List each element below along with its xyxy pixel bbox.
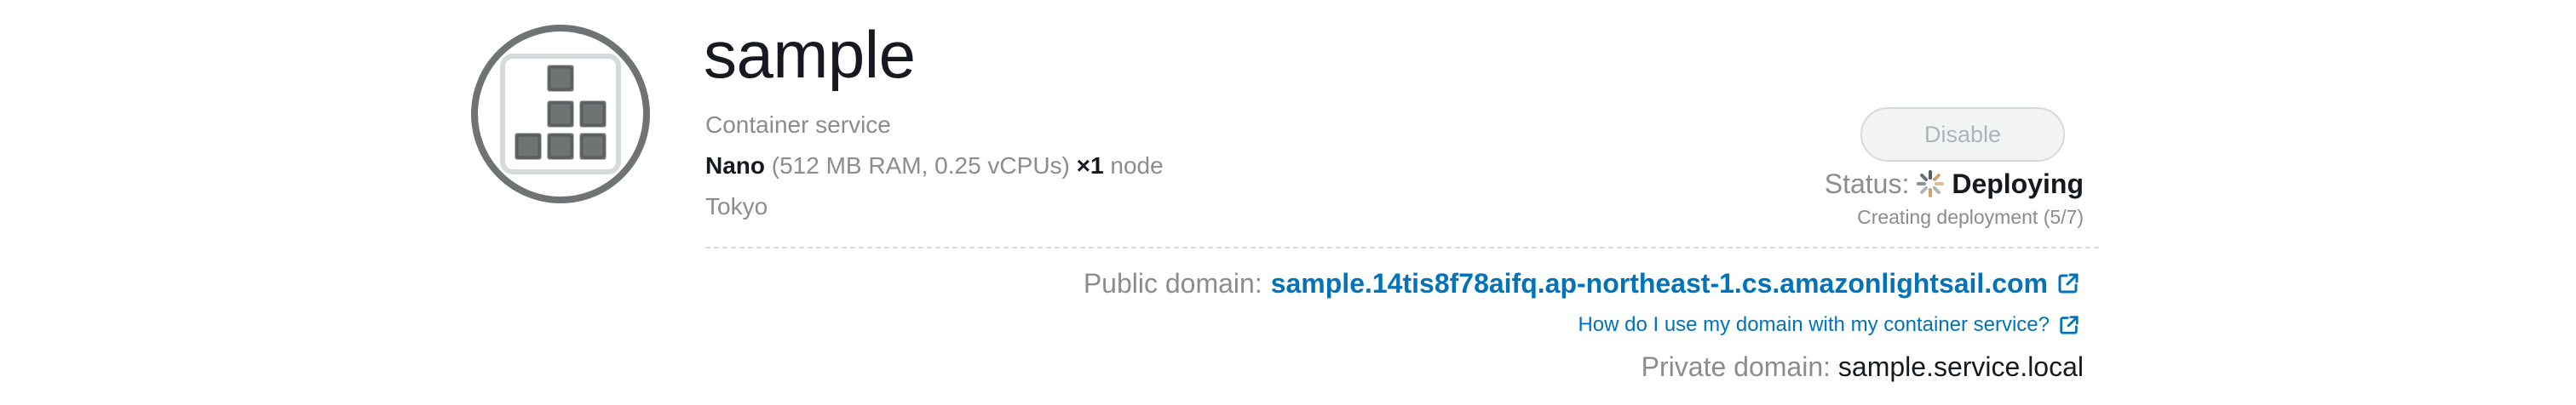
divider xyxy=(705,247,2099,248)
power-specs: (512 MB RAM, 0.25 vCPUs) xyxy=(771,152,1070,179)
status-line: Status: Deploying xyxy=(1825,167,2084,201)
public-domain-label: Public domain: xyxy=(1083,268,1262,299)
external-link-icon[interactable] xyxy=(2058,314,2080,336)
service-power: Nano (512 MB RAM, 0.25 vCPUs) ×1 node xyxy=(705,151,1164,180)
status-label: Status: xyxy=(1824,168,1910,199)
scale-unit: node xyxy=(1110,152,1164,179)
private-domain-value: sample.service.local xyxy=(1837,351,2084,382)
help-link-row: How do I use my domain with my container… xyxy=(1578,311,2080,339)
spinner-icon xyxy=(1916,169,1945,198)
public-domain-link[interactable]: sample.14tis8f78aifq.ap-northeast-1.cs.a… xyxy=(1271,265,2048,301)
container-service-icon xyxy=(470,24,651,204)
service-region: Tokyo xyxy=(705,193,768,220)
service-type: Container service xyxy=(705,111,891,138)
public-domain-row: Public domain: sample.14tis8f78aifq.ap-n… xyxy=(1084,265,2080,301)
disable-button[interactable]: Disable xyxy=(1860,107,2065,162)
scale-count: ×1 xyxy=(1076,152,1104,179)
domain-help-link[interactable]: How do I use my domain with my container… xyxy=(1578,311,2050,339)
status-value: Deploying xyxy=(1952,168,2084,199)
container-service-header: sample Container service Nano (512 MB RA… xyxy=(0,0,2576,405)
power-name: Nano xyxy=(705,152,765,179)
external-link-icon[interactable] xyxy=(2056,271,2080,295)
private-domain-label: Private domain: xyxy=(1641,351,1831,382)
status-detail: Creating deployment (5/7) xyxy=(1857,206,2084,228)
private-domain-row: Private domain: sample.service.local xyxy=(1642,349,2084,385)
service-name: sample xyxy=(704,17,916,92)
